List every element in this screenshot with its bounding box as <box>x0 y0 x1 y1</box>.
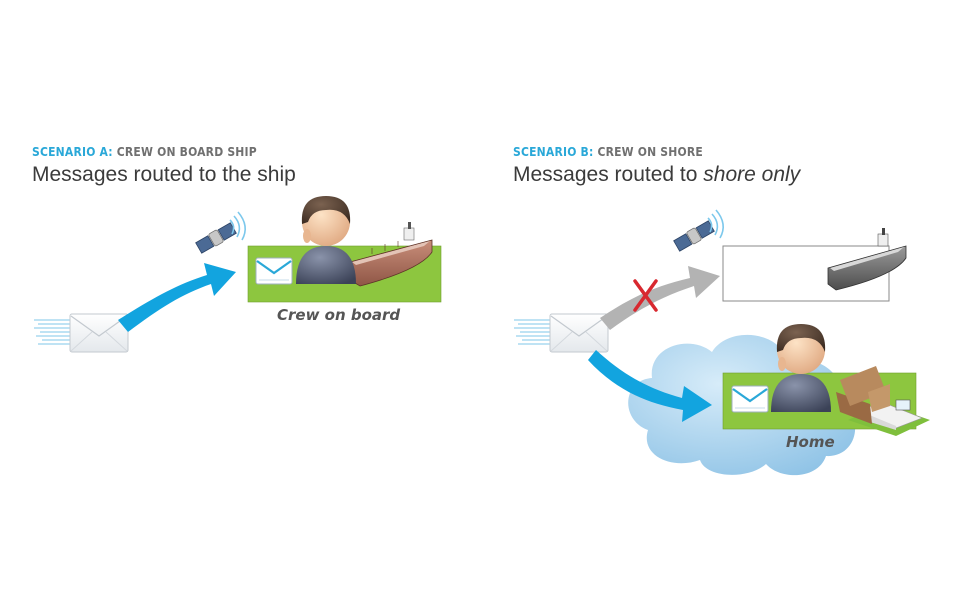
envelope-icon <box>549 313 609 353</box>
scenario-a-caption: Crew on board <box>277 306 401 324</box>
routing-diagram <box>33 196 930 476</box>
person-icon <box>296 196 356 284</box>
satellite-icon <box>194 211 246 254</box>
scenario-a-diagram <box>33 196 442 353</box>
scenario-b-caption: Home <box>786 433 835 451</box>
panel-envelope-icon <box>730 384 770 414</box>
blue-arrow <box>118 263 236 332</box>
panel-envelope-icon <box>254 256 294 286</box>
grey-arrow <box>600 266 720 330</box>
scenario-b-diagram <box>513 209 930 476</box>
speed-lines-icon <box>33 319 73 345</box>
satellite-icon <box>672 209 725 252</box>
speed-lines-icon <box>513 319 553 345</box>
